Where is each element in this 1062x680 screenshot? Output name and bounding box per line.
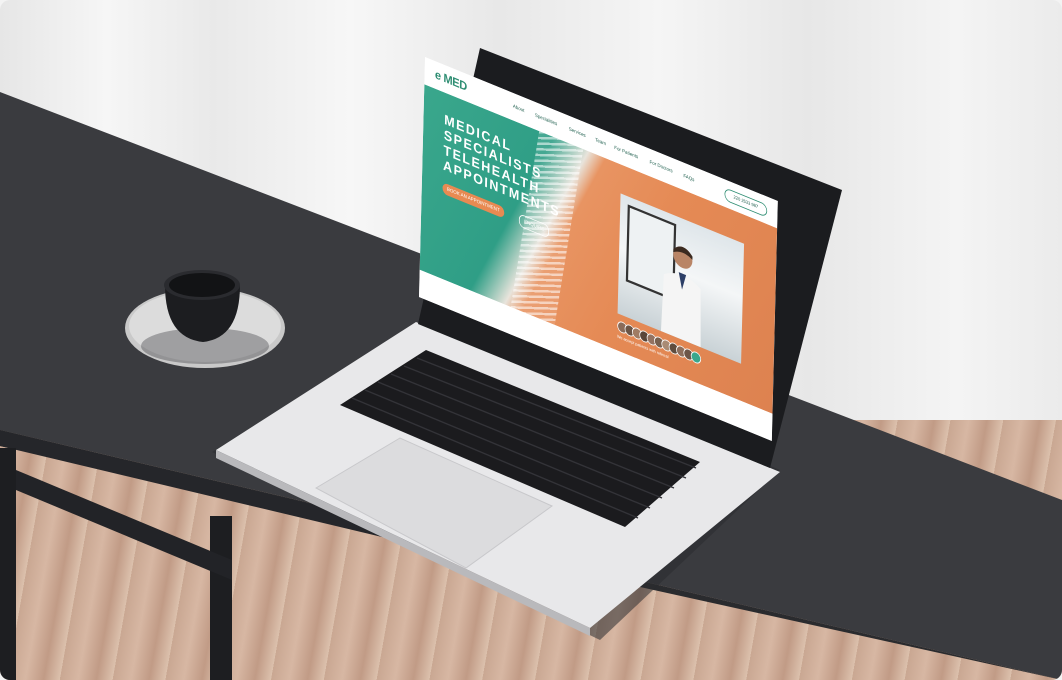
site-logo[interactable]: e MED	[435, 68, 467, 95]
nav-specialities[interactable]: Specialities	[535, 113, 557, 127]
photo-scene: e MED About Specialities Services Team F…	[0, 0, 1062, 680]
nav-for-patients[interactable]: For Patients	[614, 146, 638, 161]
laptop-screen: e MED About Specialities Services Team F…	[419, 57, 845, 452]
nav-about[interactable]: About	[513, 104, 525, 114]
nav-for-doctors[interactable]: For Doctors	[650, 160, 673, 174]
nav-faqs[interactable]: FAQs	[683, 174, 694, 183]
table-leg	[0, 448, 16, 680]
nav-services[interactable]: Services	[569, 127, 586, 139]
doctor-figure	[660, 246, 701, 348]
table-leg	[210, 516, 232, 680]
nav-team[interactable]: Team	[595, 138, 606, 147]
website-screenshot: e MED About Specialities Services Team F…	[419, 57, 778, 441]
